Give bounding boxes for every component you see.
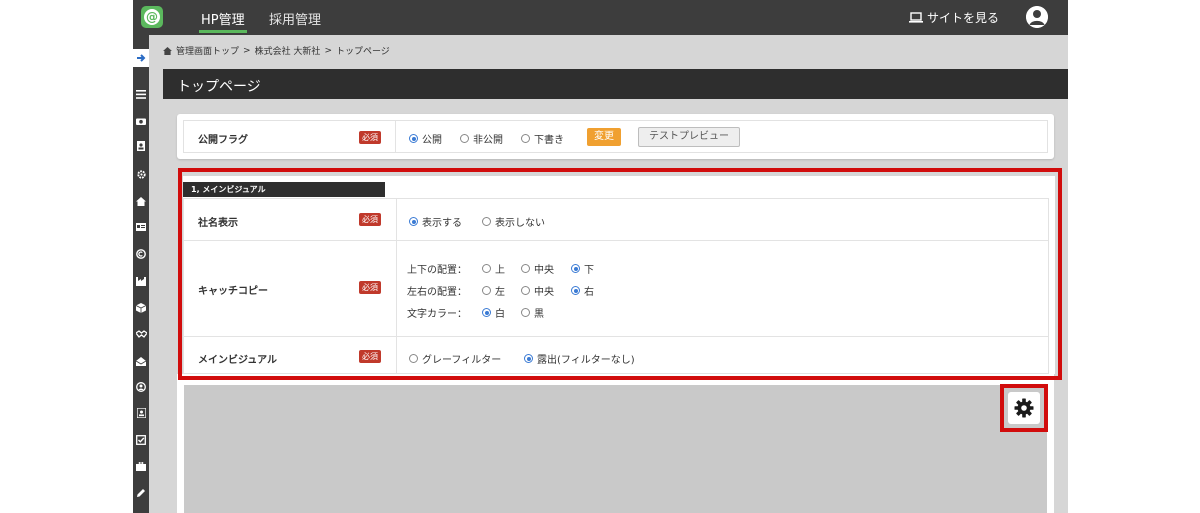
- menu-icon[interactable]: [133, 87, 149, 101]
- app-window: @ HP管理 採用管理 サイトを見る 管理画面トップ > 株式会社 大新社 > …: [133, 0, 1068, 513]
- highlight-frame: [178, 168, 1062, 380]
- user-circle-icon[interactable]: [133, 380, 149, 394]
- camera-icon[interactable]: [133, 114, 149, 128]
- breadcrumb-separator: >: [243, 45, 251, 56]
- radio-public[interactable]: 公開: [409, 131, 442, 146]
- handshake-icon[interactable]: [133, 327, 149, 341]
- factory-icon[interactable]: [133, 274, 149, 288]
- sidebar-toggle[interactable]: [133, 49, 149, 67]
- nav-recruit-management[interactable]: 採用管理: [269, 9, 321, 28]
- home-icon: [163, 46, 172, 55]
- profile-card-icon[interactable]: [133, 139, 149, 153]
- column-divider: [395, 121, 396, 152]
- sidebar: [133, 35, 149, 513]
- radio-label: 下書き: [534, 135, 564, 146]
- checkbox-icon[interactable]: [133, 433, 149, 447]
- radio-label: 非公開: [473, 135, 503, 146]
- laptop-icon: [909, 12, 923, 23]
- publish-panel: 公開フラグ 必須 公開 非公開 下書き 変更 テストプレビュー: [177, 114, 1054, 159]
- cube-icon[interactable]: [133, 301, 149, 315]
- page-header: トップページ: [163, 69, 1068, 99]
- radio-button[interactable]: [521, 134, 530, 143]
- view-site-link[interactable]: サイトを見る: [909, 9, 999, 26]
- breadcrumb-separator: >: [324, 45, 332, 56]
- page-title: トップページ: [177, 79, 261, 95]
- nav-active-indicator: [199, 30, 247, 33]
- nav-hp-management[interactable]: HP管理: [201, 9, 245, 28]
- change-button[interactable]: 変更: [587, 128, 621, 146]
- briefcase-icon[interactable]: [133, 459, 149, 473]
- radio-button[interactable]: [460, 134, 469, 143]
- arrow-right-icon: [137, 54, 146, 62]
- view-site-label: サイトを見る: [927, 11, 1000, 25]
- logo-mark: @: [144, 9, 160, 25]
- breadcrumb-current: トップページ: [335, 47, 390, 57]
- user-avatar[interactable]: [1026, 6, 1048, 28]
- highlight-frame: [1000, 384, 1048, 432]
- main-visual-preview: [184, 385, 1047, 513]
- top-navigation-bar: @ HP管理 採用管理 サイトを見る: [133, 0, 1068, 35]
- radio-label: 公開: [422, 135, 442, 146]
- radio-draft[interactable]: 下書き: [521, 131, 564, 146]
- id-card-icon[interactable]: [133, 220, 149, 234]
- pencil-icon[interactable]: [133, 486, 149, 500]
- app-logo[interactable]: @: [141, 6, 163, 28]
- gear-icon[interactable]: [133, 167, 149, 181]
- breadcrumb: 管理画面トップ > 株式会社 大新社 > トップページ: [163, 44, 390, 57]
- home-icon[interactable]: [133, 194, 149, 208]
- publish-flag-label: 公開フラグ: [198, 135, 248, 146]
- copyright-icon[interactable]: [133, 247, 149, 261]
- radio-private[interactable]: 非公開: [460, 131, 503, 146]
- radio-button-selected[interactable]: [409, 134, 418, 143]
- user-icon: [1026, 6, 1048, 28]
- required-badge: 必須: [359, 131, 381, 144]
- user-badge-icon[interactable]: [133, 406, 149, 420]
- breadcrumb-company[interactable]: 株式会社 大新社: [255, 44, 321, 57]
- breadcrumb-home[interactable]: 管理画面トップ: [176, 44, 239, 57]
- envelope-open-icon[interactable]: [133, 354, 149, 368]
- test-preview-button[interactable]: テストプレビュー: [638, 127, 740, 147]
